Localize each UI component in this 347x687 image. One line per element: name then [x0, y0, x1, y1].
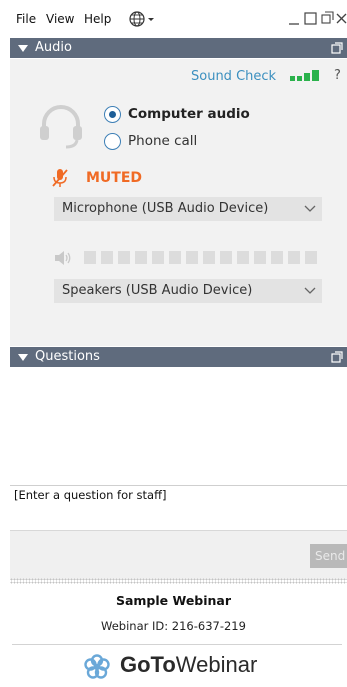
- gotowebinar-wordmark: GoToWebinar: [120, 652, 257, 678]
- webinar-title: Sample Webinar: [115, 593, 232, 608]
- speakers-select-value: Speakers (USB Audio Device): [62, 283, 253, 298]
- help-icon[interactable]: ?: [334, 68, 341, 83]
- phone-call-label[interactable]: Phone call: [128, 133, 197, 149]
- menu-bar: File View Help: [0, 0, 347, 38]
- window-controls: [277, 8, 347, 28]
- questions-section-header[interactable]: Questions: [10, 347, 347, 367]
- chevron-down-icon: [148, 18, 154, 21]
- send-button[interactable]: Send: [310, 544, 347, 568]
- chevron-down-icon: [304, 287, 316, 294]
- volume-segment: [186, 251, 198, 264]
- question-input[interactable]: [10, 485, 347, 529]
- volume-segment: [288, 251, 300, 264]
- brand-light: Webinar: [175, 652, 258, 677]
- computer-audio-label[interactable]: Computer audio: [128, 106, 250, 122]
- collapse-triangle-icon: [18, 354, 28, 361]
- volume-segment: [135, 251, 147, 264]
- popout-icon[interactable]: [330, 41, 344, 55]
- menu-view[interactable]: View: [46, 12, 74, 26]
- popout-icon[interactable]: [330, 350, 344, 364]
- brand-bold: GoTo: [120, 652, 176, 677]
- menu-file[interactable]: File: [16, 12, 36, 26]
- microphone-muted-icon[interactable]: [52, 168, 68, 188]
- audio-header-label: Audio: [35, 40, 72, 55]
- phone-call-radio[interactable]: [104, 133, 121, 150]
- volume-segment: [118, 251, 130, 264]
- volume-segment: [84, 251, 96, 264]
- audio-section-header[interactable]: Audio: [10, 38, 347, 58]
- volume-segment: [101, 251, 113, 264]
- volume-segment: [152, 251, 164, 264]
- gotowebinar-flower-icon: [84, 654, 110, 679]
- webinar-id: Webinar ID: 216-637-219: [101, 619, 246, 633]
- chevron-down-icon: [304, 205, 316, 212]
- speakers-select[interactable]: Speakers (USB Audio Device): [54, 279, 322, 303]
- speaker-volume-meter: [84, 251, 317, 264]
- questions-log: [10, 367, 347, 485]
- send-bar: [10, 530, 347, 580]
- footer-divider: [12, 644, 342, 645]
- computer-audio-radio[interactable]: [104, 106, 121, 123]
- questions-header-label: Questions: [35, 349, 100, 364]
- maximize-button[interactable]: [304, 12, 317, 25]
- collapse-triangle-icon: [18, 45, 28, 52]
- volume-segment: [169, 251, 181, 264]
- resize-grip[interactable]: [10, 578, 347, 584]
- gotowebinar-logo: GoToWebinar: [84, 652, 294, 682]
- sound-check-link[interactable]: Sound Check: [191, 69, 276, 84]
- close-button[interactable]: [336, 13, 347, 24]
- volume-segment: [220, 251, 232, 264]
- popout-window-button[interactable]: [321, 11, 334, 24]
- volume-segment: [271, 251, 283, 264]
- menu-help[interactable]: Help: [84, 12, 111, 26]
- volume-segment: [254, 251, 266, 264]
- globe-icon: [129, 11, 154, 27]
- volume-segment: [203, 251, 215, 264]
- language-button[interactable]: [128, 10, 158, 28]
- microphone-select[interactable]: Microphone (USB Audio Device): [54, 197, 322, 221]
- volume-segment: [305, 251, 317, 264]
- signal-strength-icon: [290, 70, 319, 81]
- muted-status: MUTED: [86, 170, 143, 186]
- speaker-icon: [55, 251, 71, 265]
- volume-segment: [237, 251, 249, 264]
- headset-icon: [40, 105, 82, 149]
- microphone-select-value: Microphone (USB Audio Device): [62, 201, 269, 216]
